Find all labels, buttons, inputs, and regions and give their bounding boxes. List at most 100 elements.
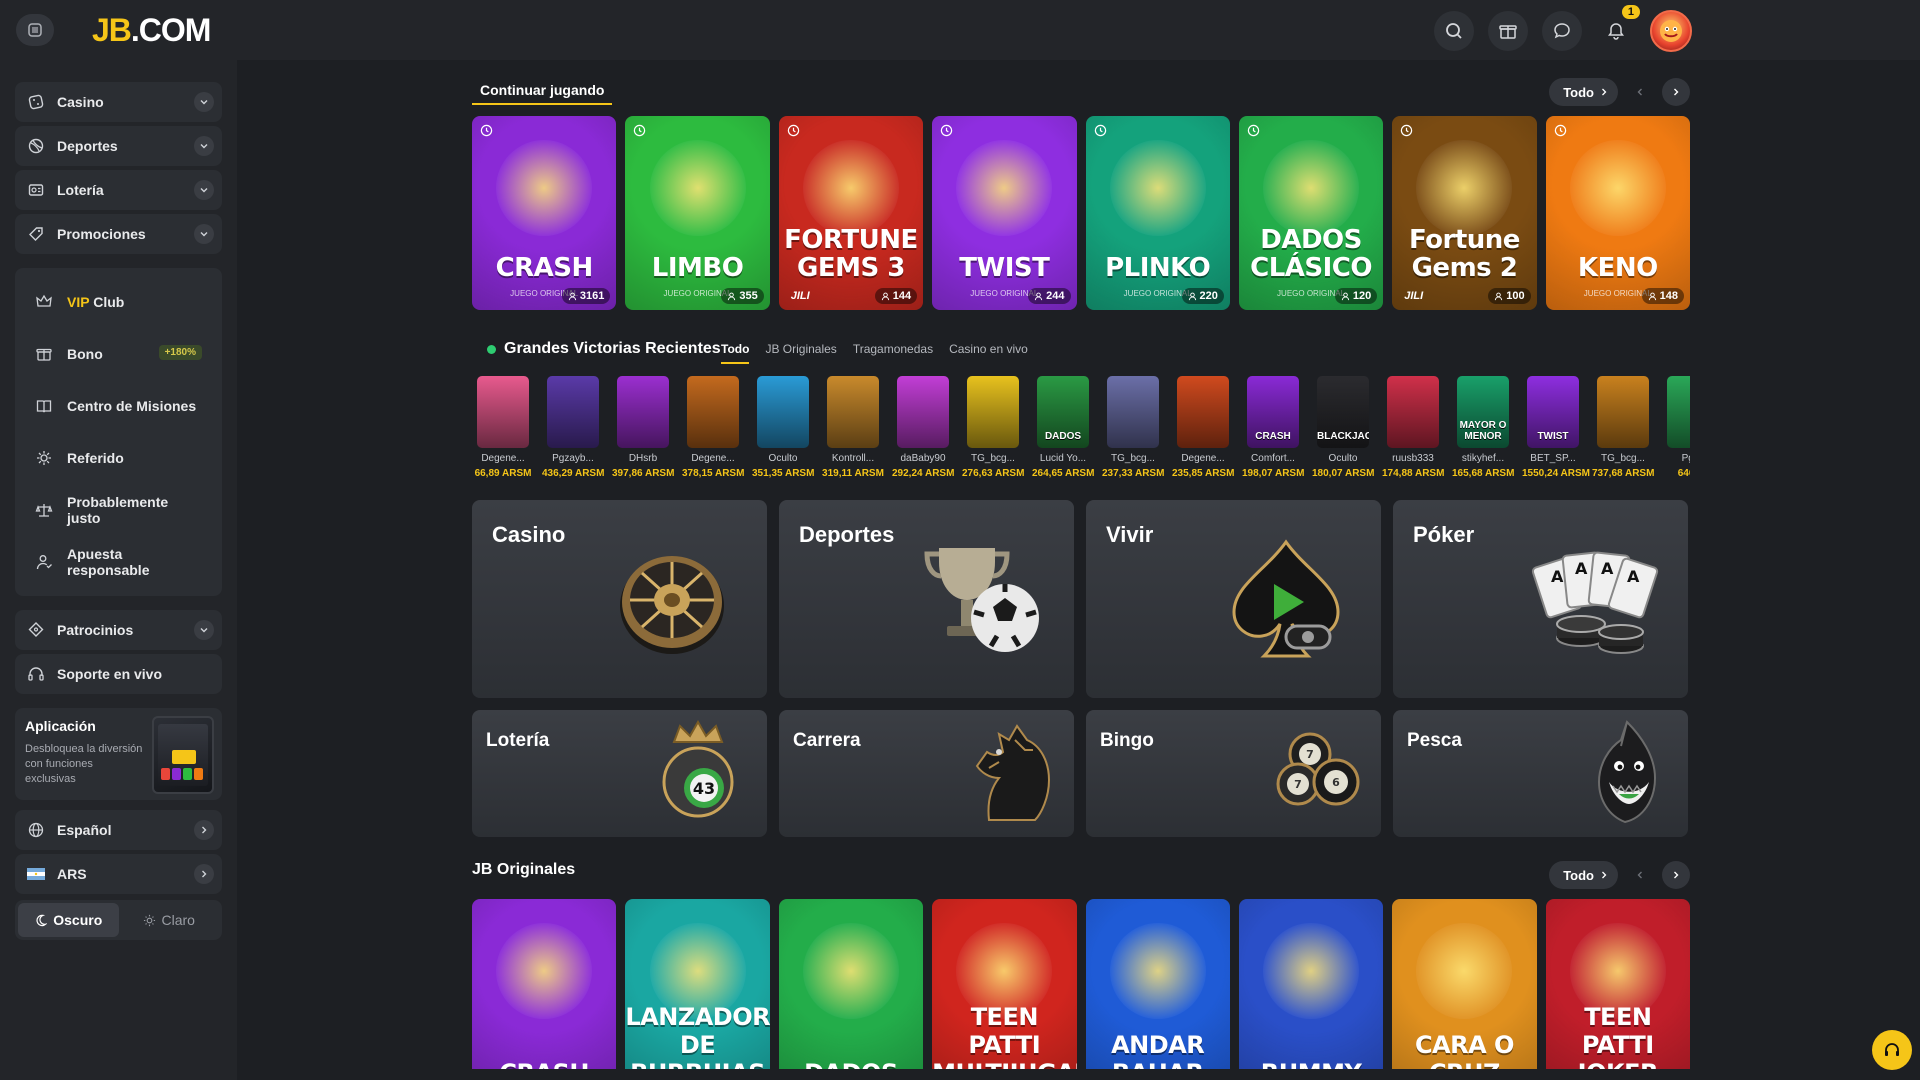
sidebar-item-bono[interactable]: Bono +180% [15, 328, 222, 380]
win-amount: 276,63 ARSM [962, 468, 1025, 479]
sidebar-item-casino[interactable]: Casino [15, 82, 222, 122]
recent-win-item[interactable]: Degene... 66,89 ARSM [472, 376, 534, 486]
spade-play-icon [1232, 539, 1340, 658]
recent-win-item[interactable]: DHsrb 397,86 ARSM [612, 376, 674, 486]
sidebar-item-provably-fair[interactable]: Probablemente justo [15, 484, 222, 536]
currency-selector[interactable]: ARS [15, 854, 222, 894]
recent-win-item[interactable]: daBaby90 292,24 ARSM [892, 376, 954, 486]
live-support-fab[interactable] [1872, 1030, 1912, 1070]
sidebar-item-referral[interactable]: Referido [15, 432, 222, 484]
game-card[interactable]: DADOS CLÁSICO JUEGO ORIGINAL 120 [1238, 116, 1384, 310]
category-deportes[interactable]: Deportes [779, 500, 1074, 698]
tab-wins-originals[interactable]: JB Originales [765, 342, 836, 364]
view-all-button[interactable]: Todo [1549, 861, 1618, 889]
notifications-button[interactable]: 1 [1596, 5, 1640, 51]
chevron-right-icon[interactable] [194, 864, 214, 884]
game-title: RUMMY [1239, 1059, 1383, 1069]
chevron-right-icon[interactable] [194, 820, 214, 840]
sidebar-item-sponsors[interactable]: Patrocinios [15, 610, 222, 650]
game-card[interactable]: DADOS [778, 899, 924, 1069]
carousel-prev-button[interactable] [1626, 78, 1654, 106]
sidebar-item-missions[interactable]: Centro de Misiones [15, 380, 222, 432]
user-icon [1648, 292, 1656, 300]
game-card[interactable]: Fortune Gems 2 JILI 100 [1392, 116, 1537, 310]
category-label: Póker [1413, 522, 1475, 547]
category-poker[interactable]: Póker AAAA [1393, 500, 1688, 698]
sidebar-item-loteria[interactable]: Lotería [15, 170, 222, 210]
game-title: TWIST [959, 253, 1050, 283]
sidebar-item-responsible[interactable]: Apuesta responsable [15, 536, 222, 588]
recent-win-item[interactable]: Degene... 235,85 ARSM [1172, 376, 1234, 486]
view-all-button[interactable]: Todo [1549, 78, 1618, 106]
recent-win-item[interactable]: MAYOR O MENOR stikyhef... 165,68 ARSM [1452, 376, 1514, 486]
game-card[interactable]: CRASH [472, 899, 617, 1069]
recent-win-item[interactable]: DADOS Lucid Yo... 264,65 ARSM [1032, 376, 1094, 486]
language-selector[interactable]: Español [15, 810, 222, 850]
win-amount: 319,11 ARSM [822, 468, 884, 479]
sports-icon [28, 138, 44, 154]
sidebar-item-promociones[interactable]: Promociones [15, 214, 222, 254]
tab-wins-live-casino[interactable]: Casino en vivo [949, 342, 1028, 364]
recent-win-item[interactable]: BLACKJACK Oculto 180,07 ARSM [1312, 376, 1374, 486]
game-card[interactable]: TWIST JUEGO ORIGINAL 244 [932, 116, 1077, 310]
game-title: CRASH [495, 253, 594, 283]
game-card[interactable]: LIMBO JUEGO ORIGINAL 355 [625, 116, 770, 310]
tab-wins-all[interactable]: Todo [721, 342, 750, 364]
game-card[interactable]: RUMMY [1238, 899, 1384, 1069]
search-icon [1446, 23, 1462, 39]
recent-win-item[interactable]: Oculto 351,35 ARSM [752, 376, 814, 486]
recent-win-item[interactable]: CRASH Comfort... 198,07 ARSM [1242, 376, 1304, 486]
chevron-down-icon[interactable] [194, 620, 214, 640]
chevron-down-icon[interactable] [194, 136, 214, 156]
referral-gear-icon [37, 451, 51, 465]
app-download-card[interactable]: Aplicación Desbloquea la diversión con f… [15, 708, 222, 800]
game-card[interactable]: KENO JUEGO ORIGINAL 148 [1545, 116, 1690, 310]
search-button[interactable] [1434, 11, 1474, 51]
dark-mode-button[interactable]: Oscuro [18, 903, 119, 937]
tab-continue-playing[interactable]: Continuar jugando [472, 77, 613, 105]
category-pesca[interactable]: Pesca [1393, 710, 1688, 837]
recent-win-item[interactable]: Pgzayb... 436,29 ARSM [542, 376, 604, 486]
headset-icon [28, 667, 44, 681]
user-avatar[interactable] [1650, 10, 1692, 52]
game-card[interactable]: TEEN PATTI JOKER [1545, 899, 1690, 1069]
game-card[interactable]: CRASH JUEGO ORIGINAL 3161 [472, 116, 617, 310]
game-card[interactable]: PLINKO JUEGO ORIGINAL 220 [1085, 116, 1230, 310]
site-logo[interactable]: JB.COM [92, 12, 211, 48]
recent-win-item[interactable]: TWIST BET_SP... 1550,24 ARSM [1522, 376, 1590, 486]
recent-win-item[interactable]: TG_bcg... 276,63 ARSM [962, 376, 1024, 486]
tab-wins-slots[interactable]: Tragamonedas [853, 342, 933, 364]
game-card[interactable]: ANDAR BAHAR [1085, 899, 1230, 1069]
recent-win-item[interactable]: TG_bcg... 737,68 ARSM [1592, 376, 1654, 486]
sidebar-item-vip-club[interactable]: VIP Club [15, 276, 222, 328]
category-casino[interactable]: Casino [472, 500, 767, 698]
menu-toggle-button[interactable] [16, 14, 54, 46]
game-card[interactable]: TEEN PATTI MULTIJUGADOR [932, 899, 1077, 1069]
gift-button[interactable] [1488, 11, 1528, 51]
light-mode-button[interactable]: Claro [119, 903, 220, 937]
sidebar-item-live-support[interactable]: Soporte en vivo [15, 654, 222, 694]
category-vivir[interactable]: Vivir [1086, 500, 1381, 698]
game-card[interactable]: LANZADOR DE BURBUJAS [625, 899, 770, 1069]
carousel-prev-button[interactable] [1626, 861, 1654, 889]
sidebar-item-deportes[interactable]: Deportes [15, 126, 222, 166]
chat-button[interactable] [1542, 11, 1582, 51]
carousel-next-button[interactable] [1662, 861, 1690, 889]
clock-icon [1554, 124, 1566, 137]
category-carrera[interactable]: Carrera [779, 710, 1074, 837]
chevron-down-icon[interactable] [194, 92, 214, 112]
recent-win-item[interactable]: TG_bcg... 237,33 ARSM [1102, 376, 1164, 486]
recent-win-item[interactable]: Kontroll... 319,11 ARSM [822, 376, 884, 486]
category-bingo[interactable]: Bingo 7 7 6 [1086, 710, 1381, 837]
game-card[interactable]: FORTUNE GEMS 3 JILI 144 [778, 116, 924, 310]
recent-win-item[interactable]: Degene... 378,15 ARSM [682, 376, 744, 486]
carousel-next-button[interactable] [1662, 78, 1690, 106]
crown-icon [36, 294, 52, 307]
chevron-down-icon[interactable] [194, 224, 214, 244]
chevron-down-icon[interactable] [194, 180, 214, 200]
recent-win-item[interactable]: ruusb333 174,88 ARSM [1382, 376, 1444, 486]
category-loteria[interactable]: Lotería 43 [472, 710, 767, 837]
win-amount: 235,85 ARSM [1172, 468, 1235, 479]
recent-win-item[interactable]: Pgza 646,07 [1662, 376, 1690, 486]
game-card[interactable]: CARA O CRUZ [1392, 899, 1537, 1069]
